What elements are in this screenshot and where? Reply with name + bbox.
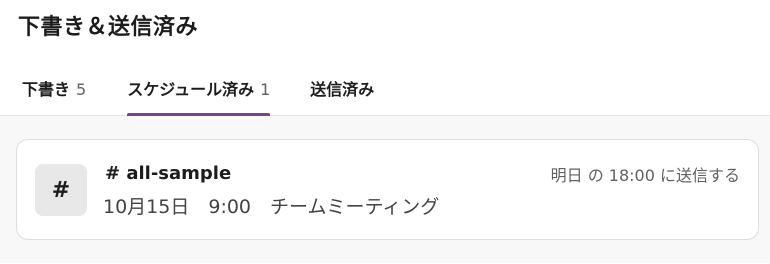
tab-scheduled-label: スケジュール済み <box>127 80 255 99</box>
channel-hash-icon: # <box>35 164 87 216</box>
tab-sent-label: 送信済み <box>310 80 375 99</box>
tab-sent[interactable]: 送信済み <box>310 74 374 116</box>
tab-drafts[interactable]: 下書き 5 <box>22 74 86 116</box>
tab-scheduled[interactable]: スケジュール済み 1 <box>127 74 271 116</box>
page-title: 下書き＆送信済み <box>18 15 199 40</box>
scheduled-message-card[interactable]: # # all-sample 10月15日 9:00 チームミーティング 明日 … <box>16 139 759 240</box>
channel-name: # all-sample <box>105 163 232 184</box>
tab-drafts-count: 5 <box>76 80 87 99</box>
message-preview: 10月15日 9:00 チームミーティング <box>103 196 440 218</box>
schedule-time: 明日 の 18:00 に送信する <box>550 166 740 185</box>
tab-scheduled-count: 1 <box>260 80 271 99</box>
page-header: 下書き＆送信済み 下書き 5 スケジュール済み 1 送信済み <box>0 0 770 116</box>
tab-drafts-label: 下書き <box>22 80 71 99</box>
tab-bar: 下書き 5 スケジュール済み 1 送信済み <box>0 74 374 116</box>
scheduled-list: # # all-sample 10月15日 9:00 チームミーティング 明日 … <box>0 116 770 263</box>
